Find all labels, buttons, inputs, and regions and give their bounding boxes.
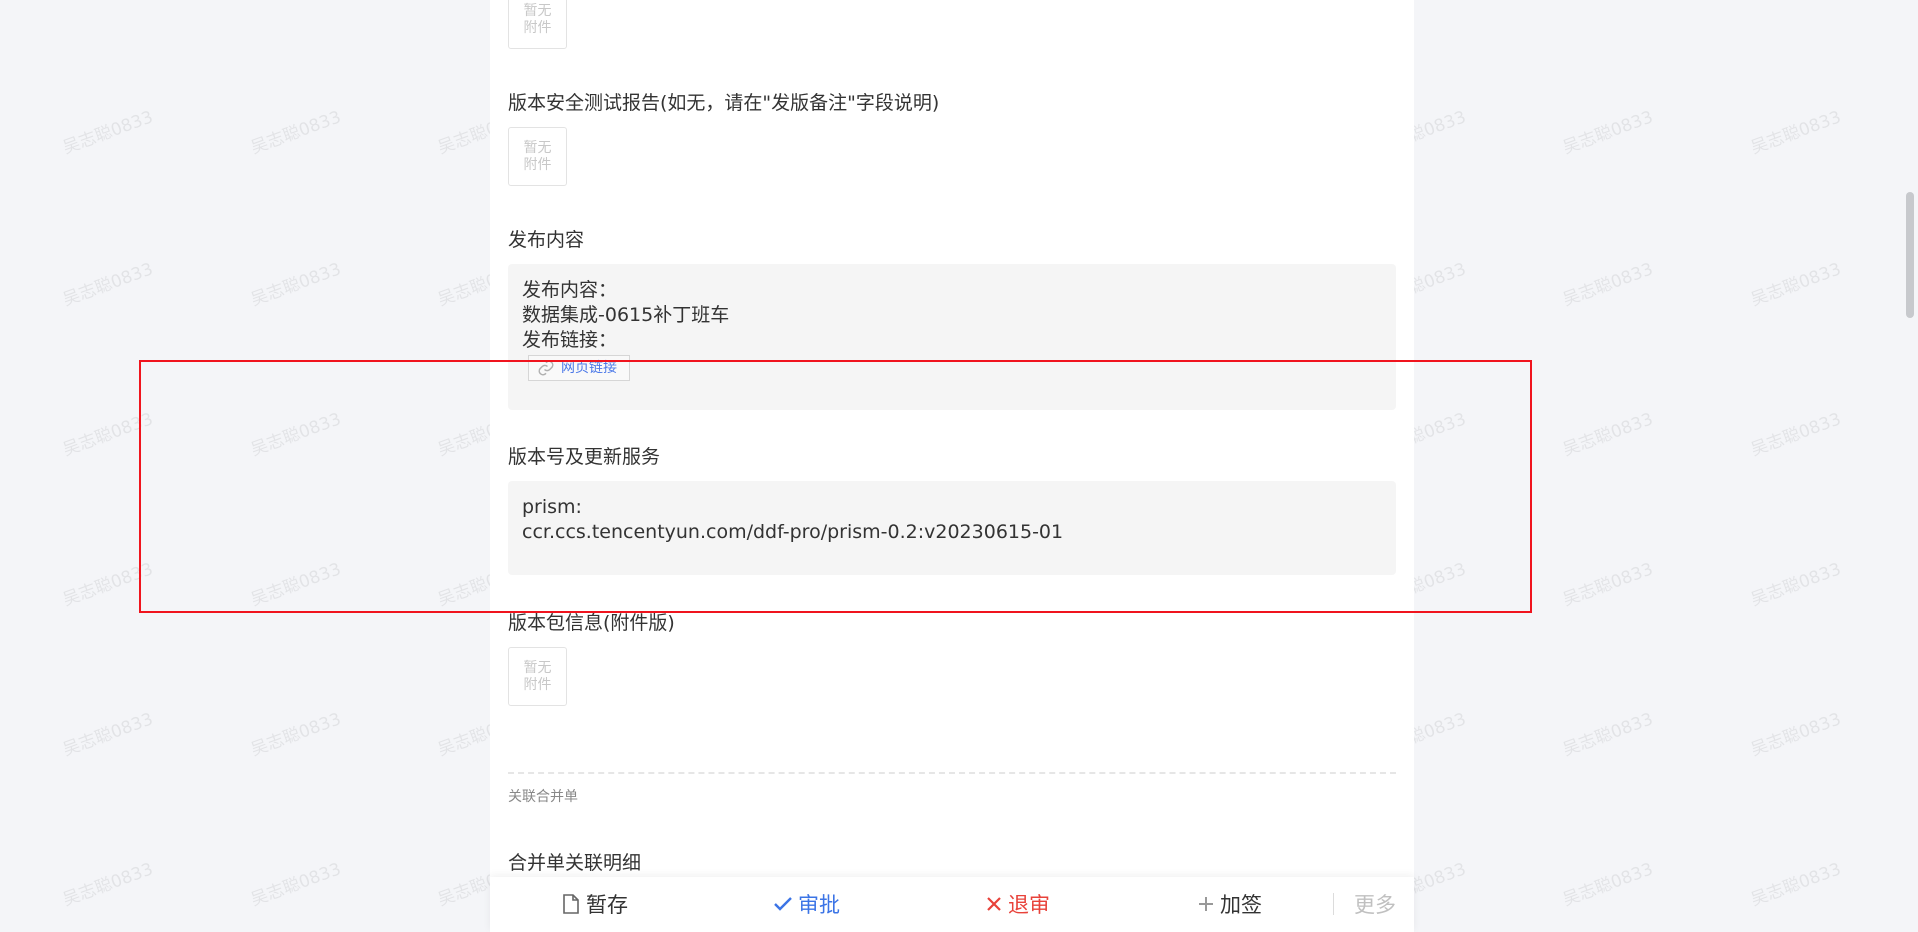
web-link-label: 网页链接 <box>561 359 617 376</box>
watermark-text: 吴志聪0833 <box>1748 259 1844 311</box>
watermark-text: 吴志聪0833 <box>1560 409 1656 461</box>
add-sign-button[interactable]: 加签 <box>1198 887 1262 921</box>
watermark-text: 吴志聪0833 <box>1748 859 1844 911</box>
watermark-text: 吴志聪0833 <box>1748 559 1844 611</box>
watermark-text: 吴志聪0833 <box>248 259 344 311</box>
more-button[interactable]: 更多 <box>1354 887 1396 921</box>
link-icon <box>538 360 554 376</box>
save-button-label: 暂存 <box>586 893 628 917</box>
version-services-label: 版本号及更新服务 <box>508 446 661 468</box>
watermark-text: 吴志聪0833 <box>60 559 156 611</box>
release-content-box: 发布内容： 数据集成-0615补丁班车 发布链接： 网页链接 <box>508 264 1396 410</box>
watermark-text: 吴志聪0833 <box>1560 559 1656 611</box>
attachment-empty-placeholder: 暂无 附件 <box>508 0 567 49</box>
watermark-text: 吴志聪0833 <box>60 107 156 159</box>
watermark-text: 吴志聪0833 <box>60 859 156 911</box>
check-icon <box>774 897 792 911</box>
scrollbar-thumb[interactable] <box>1906 192 1914 318</box>
document-icon <box>563 894 579 914</box>
web-link[interactable]: 网页链接 <box>528 355 630 381</box>
watermark-text: 吴志聪0833 <box>60 709 156 761</box>
related-section-title: 关联合并单 <box>508 789 578 805</box>
watermark-text: 吴志聪0833 <box>248 559 344 611</box>
security-report-attachment-placeholder: 暂无 附件 <box>508 127 567 186</box>
watermark-text: 吴志聪0833 <box>248 409 344 461</box>
reject-button-label: 退审 <box>1008 893 1050 917</box>
package-info-label: 版本包信息(附件版) <box>508 612 675 634</box>
watermark-text: 吴志聪0833 <box>248 709 344 761</box>
watermark-text: 吴志聪0833 <box>1560 859 1656 911</box>
section-divider <box>508 772 1396 774</box>
watermark-text: 吴志聪0833 <box>60 409 156 461</box>
watermark-text: 吴志聪0833 <box>60 259 156 311</box>
package-info-attachment-placeholder: 暂无 附件 <box>508 647 567 706</box>
related-detail-label: 合并单关联明细 <box>508 852 642 874</box>
watermark-text: 吴志聪0833 <box>1560 259 1656 311</box>
release-content-label: 发布内容 <box>508 229 585 251</box>
release-content-line: 发布链接： <box>522 329 618 351</box>
watermark-text: 吴志聪0833 <box>1560 709 1656 761</box>
add-sign-button-label: 加签 <box>1220 893 1262 917</box>
save-button[interactable]: 暂存 <box>562 887 628 921</box>
security-report-label: 版本安全测试报告(如无，请在"发版备注"字段说明) <box>508 92 940 114</box>
release-content-line: 发布内容： <box>522 279 618 301</box>
watermark-text: 吴志聪0833 <box>1748 107 1844 159</box>
version-services-line: prism: <box>522 496 582 518</box>
watermark-text: 吴志聪0833 <box>248 859 344 911</box>
watermark-text: 吴志聪0833 <box>1560 107 1656 159</box>
version-services-box: prism: ccr.ccs.tencentyun.com/ddf-pro/pr… <box>508 481 1396 575</box>
plus-icon <box>1199 897 1213 911</box>
footer-separator <box>1333 893 1334 915</box>
reject-button[interactable]: 退审 <box>986 887 1050 921</box>
watermark-text: 吴志聪0833 <box>1748 709 1844 761</box>
release-content-line: 数据集成-0615补丁班车 <box>522 304 730 326</box>
action-footer: 暂存 审批 退审 加签 更多 <box>490 877 1414 932</box>
watermark-text: 吴志聪0833 <box>1748 409 1844 461</box>
approve-button-label: 审批 <box>798 893 840 917</box>
version-services-line: ccr.ccs.tencentyun.com/ddf-pro/prism-0.2… <box>522 521 1064 543</box>
watermark-text: 吴志聪0833 <box>248 107 344 159</box>
close-icon <box>987 897 1001 911</box>
more-button-label: 更多 <box>1354 893 1396 917</box>
approve-button[interactable]: 审批 <box>774 887 840 921</box>
